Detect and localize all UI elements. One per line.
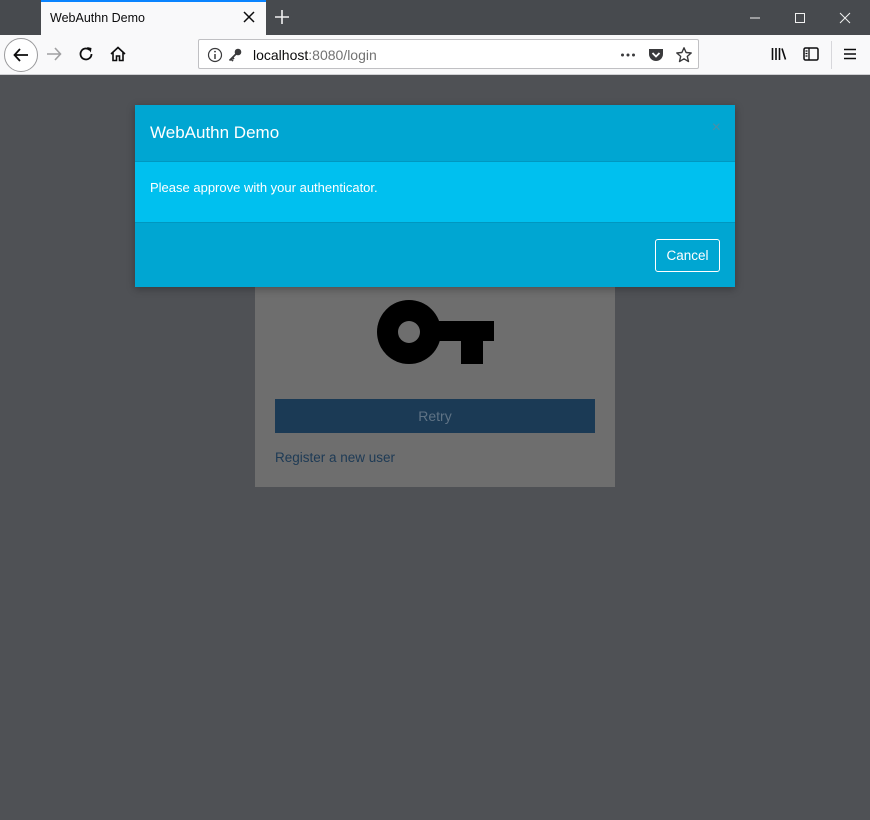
register-link[interactable]: Register a new user	[275, 450, 395, 465]
pocket-icon[interactable]	[647, 46, 665, 64]
back-arrow-icon	[13, 48, 28, 62]
url-text[interactable]: localhost:8080/login	[253, 47, 377, 63]
url-bar[interactable]: localhost:8080/login	[198, 39, 699, 69]
toolbar-divider	[831, 41, 832, 69]
tab-strip: WebAuthn Demo	[0, 0, 870, 35]
url-path: :8080/login	[308, 47, 377, 63]
browser-tab[interactable]: WebAuthn Demo	[41, 0, 266, 35]
back-button[interactable]	[4, 38, 38, 72]
tab-close-icon[interactable]	[241, 9, 257, 25]
cancel-button[interactable]: Cancel	[655, 239, 720, 272]
forward-arrow-icon[interactable]	[44, 44, 64, 64]
modal-message: Please approve with your authenticator.	[150, 180, 378, 195]
hamburger-menu-icon[interactable]	[840, 44, 860, 64]
minimize-icon[interactable]	[732, 0, 778, 35]
modal-header: WebAuthn Demo ×	[135, 105, 735, 162]
info-icon[interactable]	[206, 46, 224, 64]
login-card: Retry Register a new user	[255, 265, 615, 487]
bookmark-star-icon[interactable]	[675, 46, 693, 64]
modal-close-icon[interactable]: ×	[712, 120, 721, 136]
key-permission-icon[interactable]	[226, 46, 244, 64]
tab-title: WebAuthn Demo	[50, 11, 145, 25]
sidebar-icon[interactable]	[801, 44, 821, 64]
modal-title: WebAuthn Demo	[150, 123, 280, 142]
key-icon	[375, 299, 495, 369]
url-host: localhost	[253, 47, 309, 63]
page-actions-icon[interactable]	[619, 46, 637, 64]
window-close-icon[interactable]	[822, 0, 868, 35]
authenticator-modal: WebAuthn Demo × Please approve with your…	[135, 105, 735, 287]
modal-body: Please approve with your authenticator.	[135, 162, 735, 222]
library-icon[interactable]	[769, 44, 789, 64]
home-icon[interactable]	[108, 44, 128, 64]
new-tab-icon[interactable]	[272, 7, 292, 27]
reload-icon[interactable]	[76, 44, 96, 64]
retry-button[interactable]: Retry	[275, 399, 595, 433]
navigation-bar: localhost:8080/login	[0, 35, 870, 75]
modal-footer: Cancel	[135, 222, 735, 287]
page-content: Retry Register a new user WebAuthn Demo …	[0, 75, 870, 820]
maximize-icon[interactable]	[777, 0, 823, 35]
